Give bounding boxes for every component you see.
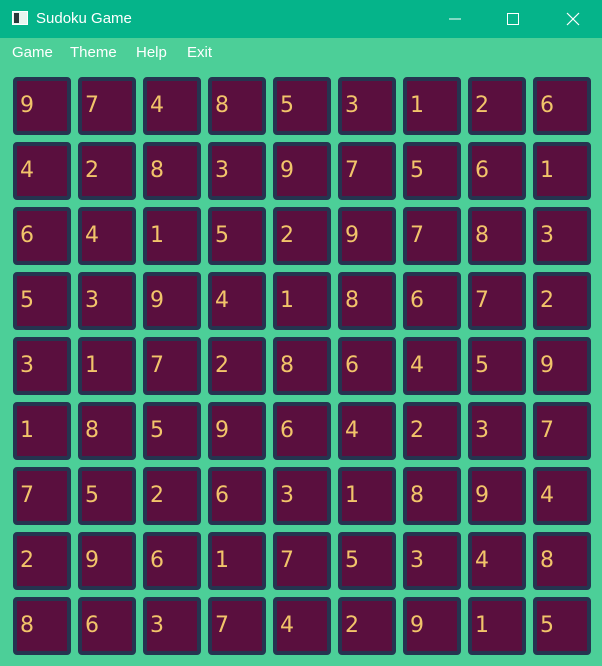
sudoku-cell-r5c5[interactable]: 8 [273,337,331,395]
sudoku-cell-r9c9[interactable]: 5 [533,597,591,655]
sudoku-cell-r7c9[interactable]: 4 [533,467,591,525]
sudoku-cell-r5c8[interactable]: 5 [468,337,526,395]
sudoku-cell-r2c4[interactable]: 3 [208,142,266,200]
sudoku-cell-r6c9[interactable]: 7 [533,402,591,460]
sudoku-cell-r1c1[interactable]: 9 [13,77,71,135]
sudoku-cell-r6c7[interactable]: 2 [403,402,461,460]
sudoku-cell-r8c8[interactable]: 4 [468,532,526,590]
sudoku-cell-r8c5[interactable]: 7 [273,532,331,590]
sudoku-cell-r2c6[interactable]: 7 [338,142,396,200]
sudoku-cell-r6c8[interactable]: 3 [468,402,526,460]
sudoku-cell-r6c3[interactable]: 5 [143,402,201,460]
sudoku-cell-r2c7[interactable]: 5 [403,142,461,200]
sudoku-cell-r4c3[interactable]: 9 [143,272,201,330]
sudoku-cell-r8c4[interactable]: 1 [208,532,266,590]
sudoku-cell-r1c6[interactable]: 3 [338,77,396,135]
sudoku-cell-r4c6[interactable]: 8 [338,272,396,330]
sudoku-cell-r2c8[interactable]: 6 [468,142,526,200]
sudoku-cell-r3c8[interactable]: 8 [468,207,526,265]
sudoku-cell-r8c3[interactable]: 6 [143,532,201,590]
sudoku-cell-r3c4[interactable]: 5 [208,207,266,265]
sudoku-cell-r5c7[interactable]: 4 [403,337,461,395]
sudoku-cell-r8c7[interactable]: 3 [403,532,461,590]
sudoku-cell-r8c1[interactable]: 2 [13,532,71,590]
sudoku-cell-r7c8[interactable]: 9 [468,467,526,525]
sudoku-cell-r6c1[interactable]: 1 [13,402,71,460]
sudoku-cell-r8c6[interactable]: 5 [338,532,396,590]
sudoku-cell-r4c7[interactable]: 6 [403,272,461,330]
sudoku-cell-r7c7[interactable]: 8 [403,467,461,525]
sudoku-cell-r3c5[interactable]: 2 [273,207,331,265]
sudoku-cell-r8c2[interactable]: 9 [78,532,136,590]
sudoku-cell-r3c6[interactable]: 9 [338,207,396,265]
sudoku-cell-r9c8[interactable]: 1 [468,597,526,655]
sudoku-cell-r7c3[interactable]: 2 [143,467,201,525]
sudoku-cell-r9c5[interactable]: 4 [273,597,331,655]
sudoku-cell-r2c5[interactable]: 9 [273,142,331,200]
sudoku-cell-r5c9[interactable]: 9 [533,337,591,395]
sudoku-cell-r6c5[interactable]: 6 [273,402,331,460]
sudoku-cell-r1c4[interactable]: 8 [208,77,266,135]
sudoku-cell-r3c2[interactable]: 4 [78,207,136,265]
sudoku-cell-r1c8[interactable]: 2 [468,77,526,135]
sudoku-cell-r4c1[interactable]: 5 [13,272,71,330]
sudoku-cell-r7c4[interactable]: 6 [208,467,266,525]
sudoku-cell-r3c9[interactable]: 3 [533,207,591,265]
sudoku-cell-r5c3[interactable]: 7 [143,337,201,395]
sudoku-cell-r3c1[interactable]: 6 [13,207,71,265]
sudoku-cell-r6c6[interactable]: 4 [338,402,396,460]
sudoku-cell-r1c3[interactable]: 4 [143,77,201,135]
sudoku-cell-r7c5[interactable]: 3 [273,467,331,525]
sudoku-cell-r4c8[interactable]: 7 [468,272,526,330]
sudoku-cell-r9c6[interactable]: 2 [338,597,396,655]
sudoku-cell-r9c3[interactable]: 3 [143,597,201,655]
sudoku-cell-r2c9[interactable]: 1 [533,142,591,200]
sudoku-cell-r4c4[interactable]: 4 [208,272,266,330]
sudoku-cell-r3c7[interactable]: 7 [403,207,461,265]
sudoku-cell-r1c2[interactable]: 7 [78,77,136,135]
sudoku-cell-r1c5[interactable]: 5 [273,77,331,135]
sudoku-cell-r5c2[interactable]: 1 [78,337,136,395]
sudoku-cell-r3c3[interactable]: 1 [143,207,201,265]
sudoku-cell-r4c2[interactable]: 3 [78,272,136,330]
sudoku-cell-r9c1[interactable]: 8 [13,597,71,655]
sudoku-cell-r8c9[interactable]: 8 [533,532,591,590]
sudoku-cell-r1c7[interactable]: 1 [403,77,461,135]
sudoku-cell-r7c2[interactable]: 5 [78,467,136,525]
sudoku-cell-r5c1[interactable]: 3 [13,337,71,395]
sudoku-cell-r5c4[interactable]: 2 [208,337,266,395]
sudoku-board: 9748531264283975616415297835394186723172… [0,0,602,666]
sudoku-cell-r6c4[interactable]: 9 [208,402,266,460]
sudoku-cell-r7c6[interactable]: 1 [338,467,396,525]
sudoku-cell-r7c1[interactable]: 7 [13,467,71,525]
sudoku-cell-r1c9[interactable]: 6 [533,77,591,135]
sudoku-cell-r2c2[interactable]: 2 [78,142,136,200]
sudoku-cell-r4c9[interactable]: 2 [533,272,591,330]
sudoku-cell-r9c2[interactable]: 6 [78,597,136,655]
sudoku-cell-r4c5[interactable]: 1 [273,272,331,330]
sudoku-cell-r5c6[interactable]: 6 [338,337,396,395]
sudoku-cell-r2c3[interactable]: 8 [143,142,201,200]
sudoku-cell-r9c4[interactable]: 7 [208,597,266,655]
sudoku-window: Sudoku Game Game Theme Help Exit 9748531… [0,0,602,666]
sudoku-cell-r2c1[interactable]: 4 [13,142,71,200]
sudoku-cell-r9c7[interactable]: 9 [403,597,461,655]
sudoku-cell-r6c2[interactable]: 8 [78,402,136,460]
